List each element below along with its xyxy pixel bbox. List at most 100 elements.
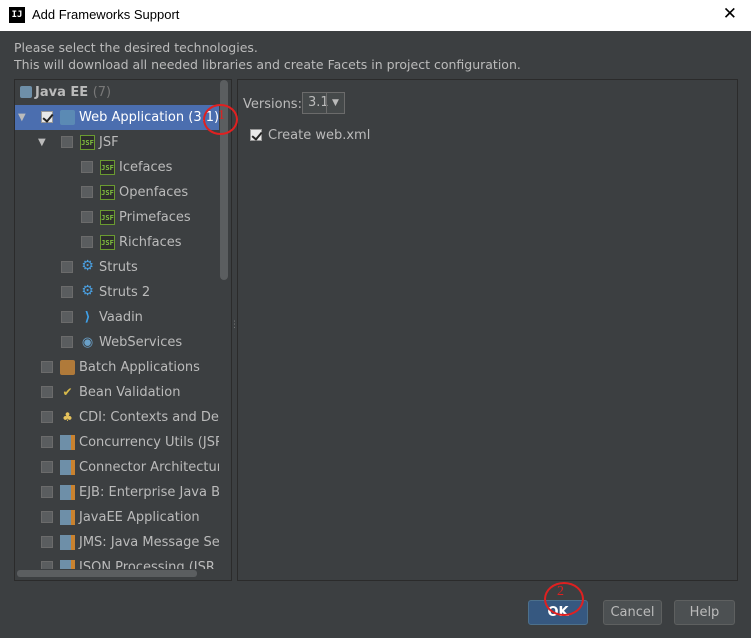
- tree-item-javaee-application[interactable]: JavaEE Application: [15, 505, 220, 530]
- window-title: Add Frameworks Support: [32, 7, 180, 22]
- checkbox-struts-2[interactable]: [61, 286, 73, 298]
- help-button[interactable]: Help: [674, 600, 735, 625]
- tree-item-label: EJB: Enterprise Java Beans: [79, 485, 220, 500]
- tree-item-label: CDI: Contexts and Dependency Injection: [79, 410, 220, 425]
- version-select[interactable]: 3.1 ▼: [302, 92, 345, 114]
- checkbox-batch-applications[interactable]: [41, 361, 53, 373]
- tree-item-label: JSF: [99, 135, 119, 150]
- tree-item-label: Concurrency Utils (JSR 236): [79, 435, 220, 450]
- tree-item-label: Connector Architecture (JSR 322): [79, 460, 220, 475]
- tree-item-label: Struts 2: [99, 285, 151, 300]
- checkbox-cdi[interactable]: [41, 411, 53, 423]
- description-line-2: This will download all needed libraries …: [14, 57, 521, 72]
- description: Please select the desired technologies. …: [14, 39, 521, 73]
- jsf-icon: JSF: [100, 160, 115, 175]
- javaee-icon: [60, 485, 75, 500]
- tree-item-batch-applications[interactable]: Batch Applications: [15, 355, 220, 380]
- java-ee-icon: [20, 86, 32, 98]
- tree-item-label: JavaEE Application: [79, 510, 200, 525]
- tree-item-label: Primefaces: [119, 210, 191, 225]
- cdi-icon: ♣: [62, 410, 73, 424]
- tree-item-jms[interactable]: JMS: Java Message Service: [15, 530, 220, 555]
- tree-item-openfaces[interactable]: JSF Openfaces: [15, 180, 220, 205]
- checkbox-web-application[interactable]: [41, 111, 53, 123]
- tree-item-icefaces[interactable]: JSF Icefaces: [15, 155, 220, 180]
- javaee-icon: [60, 535, 75, 550]
- batch-icon: [60, 360, 75, 375]
- checkbox-richfaces[interactable]: [81, 236, 93, 248]
- checkbox-concurrency-utils[interactable]: [41, 436, 53, 448]
- tree-item-struts-2[interactable]: ⚙ Struts 2: [15, 280, 220, 305]
- checkbox-connector-architecture[interactable]: [41, 461, 53, 473]
- annotation-number-1: 1: [218, 108, 225, 123]
- checkbox-jms[interactable]: [41, 536, 53, 548]
- create-webxml-checkbox[interactable]: [250, 129, 262, 141]
- checkbox-ejb[interactable]: [41, 486, 53, 498]
- group-count: (7): [92, 85, 112, 100]
- tree-item-primefaces[interactable]: JSF Primefaces: [15, 205, 220, 230]
- webservices-icon: ◉: [81, 335, 94, 350]
- web-app-icon: [60, 110, 75, 125]
- tree-item-label: Openfaces: [119, 185, 189, 200]
- tree-item-webservices[interactable]: ◉ WebServices: [15, 330, 220, 355]
- create-webxml-label[interactable]: Create web.xml: [268, 128, 370, 143]
- checkbox-primefaces[interactable]: [81, 211, 93, 223]
- expand-arrow-icon[interactable]: ▼: [38, 130, 46, 155]
- tree-item-label: Batch Applications: [79, 360, 200, 375]
- annotation-circle-2: [544, 582, 584, 616]
- tree-item-ejb[interactable]: EJB: Enterprise Java Beans: [15, 480, 220, 505]
- splitter-handle-icon[interactable]: ⋮: [230, 320, 239, 336]
- checkbox-vaadin[interactable]: [61, 311, 73, 323]
- tree-item-connector-architecture[interactable]: Connector Architecture (JSR 322): [15, 455, 220, 480]
- checkbox-webservices[interactable]: [61, 336, 73, 348]
- tree-item-richfaces[interactable]: JSF Richfaces: [15, 230, 220, 255]
- group-header-java-ee: Java EE (7): [20, 83, 111, 103]
- title-bar: IJ Add Frameworks Support ✕: [0, 0, 751, 31]
- gear-icon: ⚙: [81, 283, 94, 299]
- checkbox-jsf[interactable]: [61, 136, 73, 148]
- jsf-icon: JSF: [80, 135, 95, 150]
- versions-label: Versions:: [243, 97, 302, 112]
- checkbox-icefaces[interactable]: [81, 161, 93, 173]
- close-icon[interactable]: ✕: [723, 4, 737, 24]
- checkbox-javaee-application[interactable]: [41, 511, 53, 523]
- tree-item-struts[interactable]: ⚙ Struts: [15, 255, 220, 280]
- tree-item-label: Bean Validation: [79, 385, 181, 400]
- tree-item-jsf[interactable]: ▼ JSF JSF: [15, 130, 220, 155]
- checkbox-openfaces[interactable]: [81, 186, 93, 198]
- framework-settings-panel: Versions: 3.1 ▼ Create web.xml: [237, 79, 738, 581]
- vaadin-icon: ⟩: [84, 310, 91, 325]
- chevron-down-icon[interactable]: ▼: [326, 93, 344, 113]
- checkbox-bean-validation[interactable]: [41, 386, 53, 398]
- jsf-icon: JSF: [100, 235, 115, 250]
- group-label: Java EE: [35, 85, 89, 100]
- annotation-number-2: 2: [557, 584, 564, 599]
- frameworks-tree[interactable]: Java EE (7) ▼ Web Application (3.1) ▼ JS…: [14, 79, 232, 581]
- tree-item-label: Icefaces: [119, 160, 173, 175]
- bean-icon: ✔: [62, 385, 73, 399]
- tree-vertical-scrollbar[interactable]: [219, 80, 229, 570]
- tree-item-label: Richfaces: [119, 235, 182, 250]
- tree-item-label: Vaadin: [99, 310, 143, 325]
- javaee-app-icon: [60, 510, 75, 525]
- scrollbar-thumb[interactable]: [17, 570, 197, 577]
- gear-icon: ⚙: [81, 258, 94, 274]
- cancel-button[interactable]: Cancel: [603, 600, 662, 625]
- tree-horizontal-scrollbar[interactable]: [15, 569, 219, 578]
- tree-item-concurrency-utils[interactable]: Concurrency Utils (JSR 236): [15, 430, 220, 455]
- expand-arrow-icon[interactable]: ▼: [18, 105, 26, 130]
- tree-item-label: Web Application (3.1): [79, 110, 220, 125]
- javaee-icon: [60, 460, 75, 475]
- tree-item-web-application[interactable]: ▼ Web Application (3.1): [15, 105, 220, 130]
- tree-item-cdi[interactable]: ♣ CDI: Contexts and Dependency Injection: [15, 405, 220, 430]
- jsf-icon: JSF: [100, 210, 115, 225]
- tree-item-label: Struts: [99, 260, 138, 275]
- checkbox-struts[interactable]: [61, 261, 73, 273]
- intellij-logo-icon: IJ: [9, 7, 25, 23]
- tree-item-label: JMS: Java Message Service: [79, 535, 220, 550]
- tree-item-label: WebServices: [99, 335, 183, 350]
- tree-item-bean-validation[interactable]: ✔ Bean Validation: [15, 380, 220, 405]
- javaee-icon: [60, 435, 75, 450]
- description-line-1: Please select the desired technologies.: [14, 40, 258, 55]
- tree-item-vaadin[interactable]: ⟩ Vaadin: [15, 305, 220, 330]
